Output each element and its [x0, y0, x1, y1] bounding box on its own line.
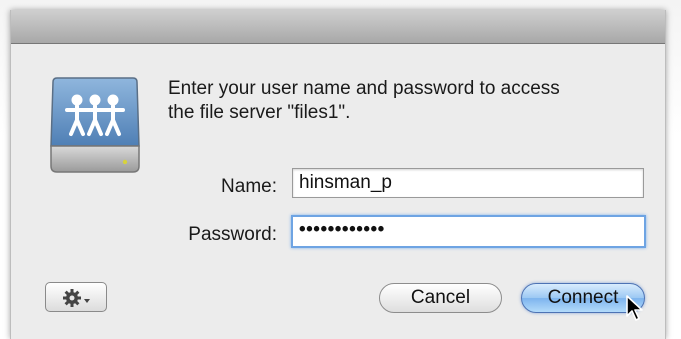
- password-field-value: ••••••••••••: [299, 219, 385, 240]
- name-field-value: hinsman_p: [299, 172, 392, 193]
- gear-icon: [63, 289, 90, 307]
- chevron-down-icon: [84, 299, 90, 303]
- prompt-message-line-1: Enter your user name and password to acc…: [168, 78, 560, 99]
- name-field[interactable]: hinsman_p: [292, 168, 644, 198]
- password-label: Password:: [188, 224, 277, 245]
- file-server-icon: [50, 77, 140, 173]
- connect-to-server-dialog: Enter your user name and password to acc…: [10, 10, 666, 339]
- name-label: Name:: [221, 176, 277, 197]
- dialog-titlebar[interactable]: [11, 10, 665, 44]
- mouse-pointer-icon: [626, 295, 643, 321]
- action-menu-button[interactable]: [45, 282, 107, 312]
- cancel-button[interactable]: Cancel: [379, 283, 502, 313]
- prompt-message: Enter your user name and password to acc…: [168, 77, 638, 125]
- password-field[interactable]: ••••••••••••: [291, 215, 646, 248]
- prompt-message-line-2: the file server "files1".: [168, 102, 351, 123]
